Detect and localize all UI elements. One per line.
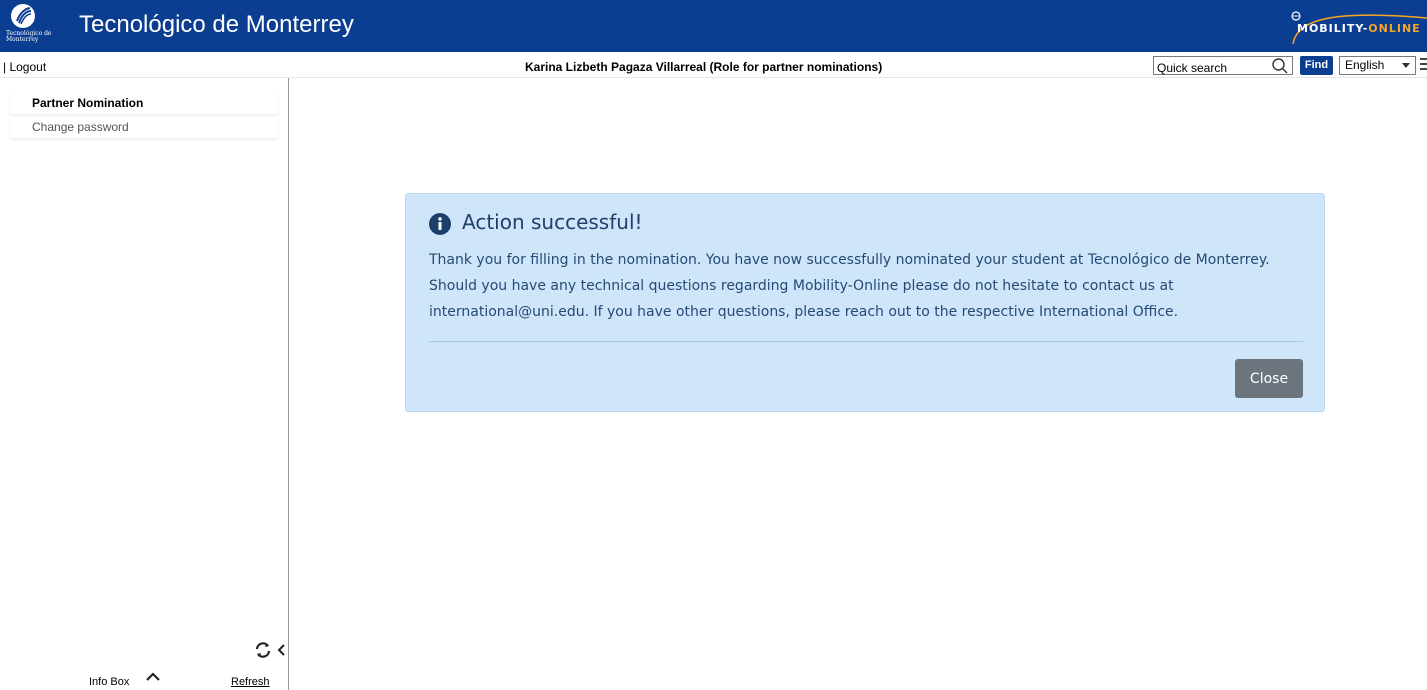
language-select[interactable]: English [1339, 56, 1416, 75]
find-button[interactable]: Find [1300, 56, 1333, 75]
user-role-label: Karina Lizbeth Pagaza Villarreal (Role f… [525, 60, 883, 74]
close-button[interactable]: Close [1235, 359, 1303, 398]
dropdown-arrow-icon [1402, 63, 1410, 68]
alert-title-text: Action successful! [462, 210, 643, 234]
mobility-online-logo: MOBILITY-ONLINE [1277, 11, 1427, 45]
sidebar-controls [254, 641, 288, 659]
search-icon[interactable] [1271, 57, 1289, 75]
top-toolbar: | Logout Karina Lizbeth Pagaza Villarrea… [0, 53, 1427, 78]
refresh-icon[interactable] [254, 641, 272, 659]
sidebar-item-partner-nomination[interactable]: Partner Nomination [10, 92, 278, 115]
sidebar: Partner Nomination Change password Info … [0, 78, 289, 690]
tec-logo: Tecnológico de Monterrey [6, 3, 58, 49]
info-box-label[interactable]: Info Box [89, 676, 129, 688]
tec-logo-text: Tecnológico de Monterrey [6, 30, 52, 43]
mobility-logo-part1: MOBILITY- [1297, 22, 1369, 35]
hamburger-menu-icon[interactable] [1420, 58, 1427, 72]
app-header: Tecnológico de Monterrey Tecnológico de … [0, 0, 1427, 52]
app-title: Tecnológico de Monterrey [79, 11, 354, 38]
mobility-logo-part2: ONLINE [1368, 22, 1421, 35]
refresh-link[interactable]: Refresh [231, 676, 270, 688]
language-select-value: English [1345, 58, 1385, 72]
sidebar-item-change-password[interactable]: Change password [10, 116, 278, 139]
mobility-online-text: MOBILITY-ONLINE [1297, 22, 1421, 35]
sidebar-bottom-bar: Info Box Refresh [0, 670, 289, 690]
quick-search [1153, 56, 1293, 77]
quick-search-input[interactable] [1154, 59, 1264, 77]
info-icon [429, 213, 451, 235]
alert-divider [429, 341, 1303, 342]
alert-message: Thank you for filling in the nomination.… [429, 252, 1270, 320]
chevron-up-icon[interactable] [144, 670, 162, 684]
success-alert: Action successful! Thank you for filling… [405, 193, 1325, 412]
logout-link[interactable]: | Logout [3, 60, 46, 74]
collapse-chevron-icon[interactable] [276, 641, 286, 659]
tec-logo-icon [11, 4, 35, 28]
